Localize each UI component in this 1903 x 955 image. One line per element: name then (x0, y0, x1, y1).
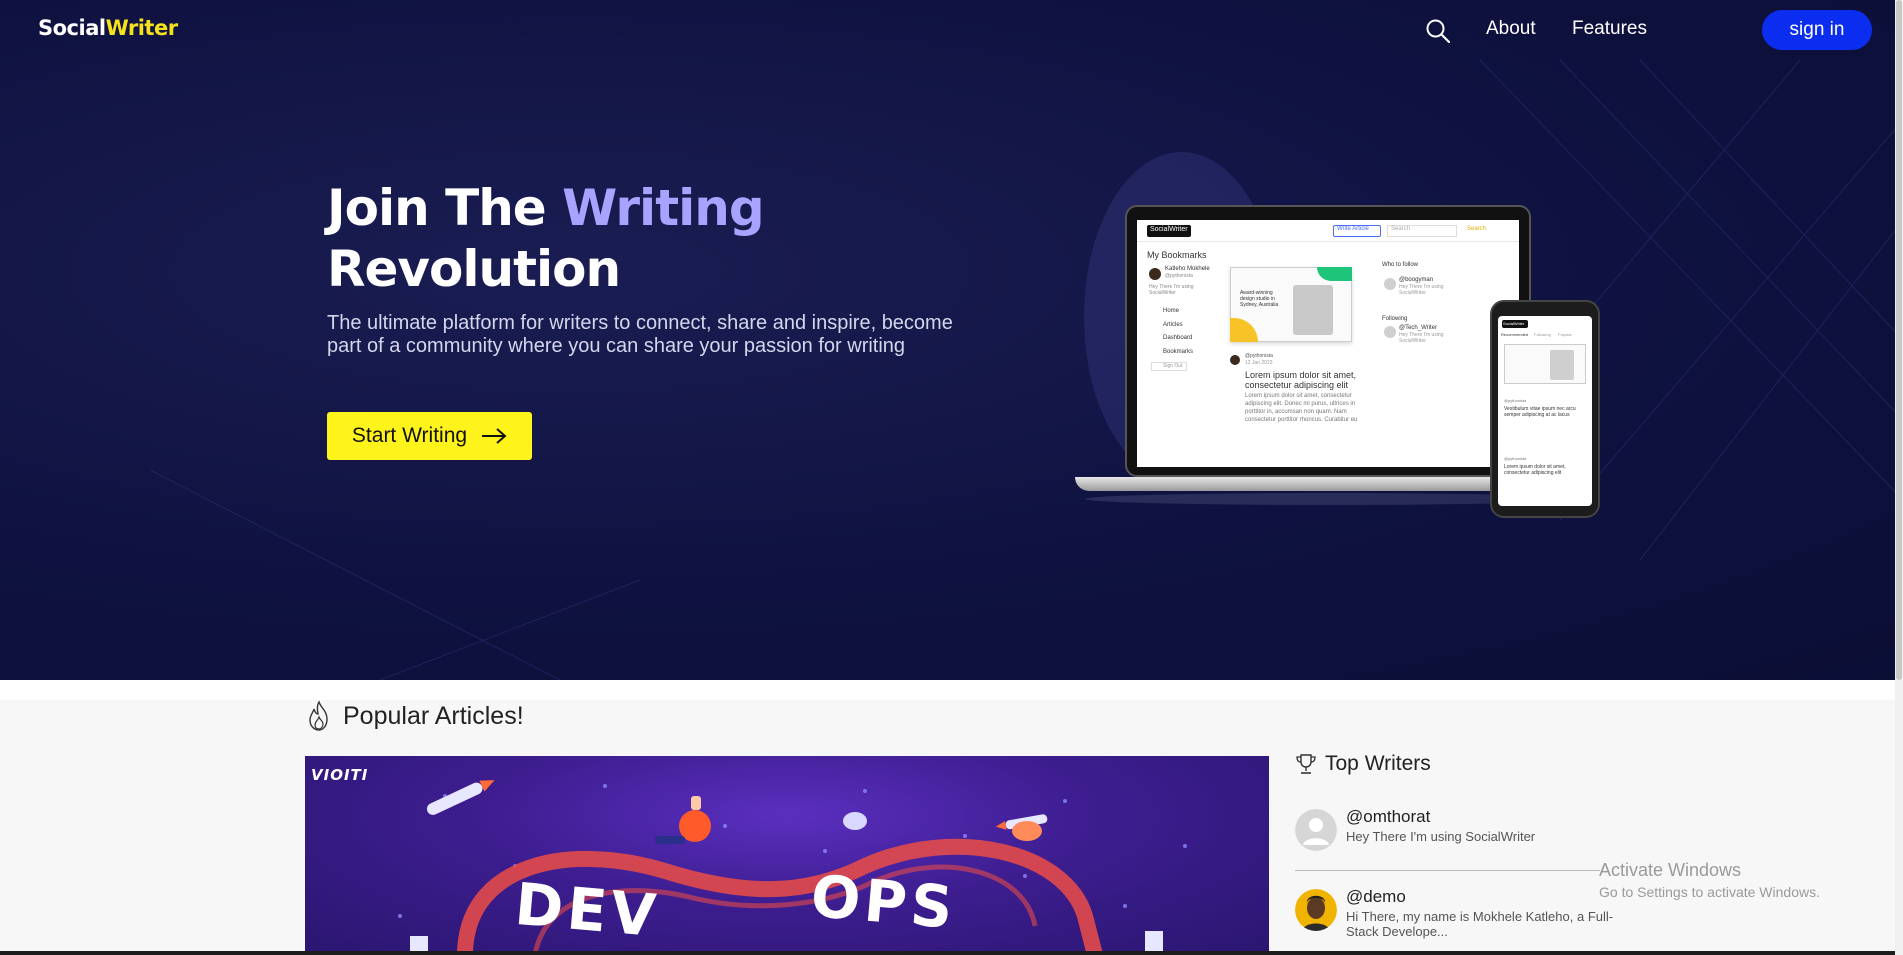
featured-image-text-ops: OPS (808, 861, 960, 943)
start-writing-label: Start Writing (351, 424, 468, 447)
phone-screen: SocialWriter Recommended Following Popul… (1498, 316, 1592, 506)
mock-menu-articles: Articles (1163, 322, 1183, 328)
phone-brand: SocialWriter (1503, 321, 1525, 326)
top-writers-header: Top Writers (1295, 752, 1625, 776)
mock-following-bio: Hey There I'm using SocialWriter (1399, 332, 1444, 344)
sign-in-button[interactable]: sign in (1762, 10, 1872, 50)
brand-logo[interactable]: SocialWriter (38, 16, 178, 40)
writer-item[interactable]: @demo Hi There, my name is Mokhele Katle… (1295, 887, 1625, 947)
mock-write-article-label: Write Article (1337, 226, 1369, 232)
writer-item[interactable]: @omthorat Hey There I'm using SocialWrit… (1295, 807, 1625, 867)
search-icon[interactable] (1424, 17, 1452, 45)
featured-article-image (398, 780, 1187, 955)
mock-follow-avatar (1384, 278, 1396, 290)
phone-tab-recommended: Recommended (1501, 332, 1529, 337)
mock-profile-handle: @pythonista (1165, 273, 1193, 279)
trophy-icon (1296, 754, 1316, 774)
mock-follow-bio: Hey There I'm using SocialWriter (1399, 284, 1444, 296)
mock-card-image (1293, 285, 1333, 335)
popular-articles-header: Popular Articles! (305, 700, 524, 732)
phone-card-image (1550, 350, 1574, 380)
phone-tab-popular: Popular (1558, 332, 1572, 337)
mock-search-placeholder: Search (1391, 226, 1411, 232)
phone-post1-title: Vestibulum vitae ipsum nec arcu semper a… (1504, 406, 1576, 418)
phone-post1-handle: @pythonista (1504, 398, 1527, 403)
mock-profile-bio: Hey There I'm using SocialWriter (1149, 284, 1194, 296)
windows-activation-watermark: Activate Windows Go to Settings to activ… (1599, 860, 1820, 900)
mock-following-user: @Tech_Writer (1399, 325, 1437, 331)
hero-title: Join The Writing Revolution (327, 178, 887, 300)
laptop-screen: SocialWriter Write Article Search Search… (1137, 220, 1519, 467)
mock-following-label: Following (1382, 316, 1408, 322)
mock-post-date: 12 Jan 2023 (1245, 360, 1273, 366)
mock-sign-out-label: Sign Out (1163, 363, 1183, 369)
mock-following-avatar (1384, 326, 1396, 338)
top-writers-panel: Top Writers @omthorat Hey There I'm usin… (1295, 752, 1625, 939)
fire-icon (309, 700, 328, 731)
mock-follow-user: @boogyman (1399, 277, 1434, 283)
mock-post-avatar (1230, 355, 1240, 365)
mock-avatar (1149, 268, 1161, 280)
featured-image-text-dev: DEV (512, 869, 663, 951)
phone-mockup: SocialWriter Recommended Following Popul… (1490, 300, 1600, 518)
top-writers-title: Top Writers (1325, 752, 1431, 775)
mock-post-handle: @pythonista (1245, 353, 1273, 359)
nav-link-features[interactable]: Features (1572, 18, 1647, 40)
vertical-scrollbar[interactable] (1895, 0, 1903, 955)
writer-handle: @demo (1346, 887, 1406, 906)
mock-post-body: Lorem ipsum dolor sit amet, consectetur … (1245, 393, 1358, 423)
mock-menu-dashboard: Dashboard (1163, 335, 1193, 341)
bottom-edge-strip (0, 951, 1895, 955)
scrollbar-thumb[interactable] (1896, 0, 1902, 680)
featured-image-corner-text: VIOITI (311, 766, 369, 784)
mock-profile-name: Katleho Mokhele (1165, 266, 1210, 272)
mock-menu-bookmarks: Bookmarks (1163, 349, 1194, 355)
brand-main: Social (38, 16, 106, 40)
writer-handle: @omthorat (1346, 807, 1431, 826)
mock-card-text: Award-winning design studio in Sydney, A… (1240, 290, 1279, 308)
start-writing-button[interactable]: Start Writing (327, 412, 532, 460)
mock-who-to-follow: Who to follow (1382, 262, 1419, 268)
phone-post2-handle: @pythonista (1504, 456, 1527, 461)
watermark-title: Activate Windows (1599, 860, 1742, 880)
top-navbar: SocialWriter About Features sign in (0, 0, 1903, 60)
mock-topbar (1137, 220, 1519, 242)
laptop-mockup: SocialWriter Write Article Search Search… (1125, 205, 1531, 477)
avatar (1295, 809, 1337, 851)
writer-bio: Hi There, my name is Mokhele Katleho, a … (1346, 909, 1614, 939)
brand-accent: Writer (105, 16, 179, 40)
mock-menu-home: Home (1163, 308, 1180, 314)
mock-post-title: Lorem ipsum dolor sit amet, consectetur … (1245, 370, 1357, 390)
writer-bio: Hey There I'm using SocialWriter (1346, 829, 1536, 844)
hero-title-part1: Join The (327, 179, 563, 237)
avatar (1295, 889, 1337, 931)
popular-articles-title: Popular Articles! (343, 701, 524, 730)
phone-tab-following: Following (1534, 332, 1551, 337)
hero-title-highlight: Writing (562, 179, 764, 237)
phone-post2-title: Lorem ipsum dolor sit amet, consectetur … (1504, 464, 1566, 476)
featured-article-card[interactable]: VIOITI DEV OPS (305, 756, 1269, 955)
mock-page-heading: My Bookmarks (1147, 250, 1207, 260)
arrow-right-icon (482, 428, 507, 444)
writer-divider (1295, 870, 1600, 871)
hero-section: SocialWriter About Features sign in Join… (0, 0, 1903, 680)
hero-subtitle: The ultimate platform for writers to con… (327, 312, 953, 357)
nav-link-about[interactable]: About (1486, 18, 1536, 40)
mock-brand: SocialWriter (1150, 226, 1188, 233)
watermark-subtitle: Go to Settings to activate Windows. (1599, 884, 1820, 900)
hero-title-part2: Revolution (327, 240, 621, 298)
mock-search-button: Search (1467, 226, 1487, 232)
